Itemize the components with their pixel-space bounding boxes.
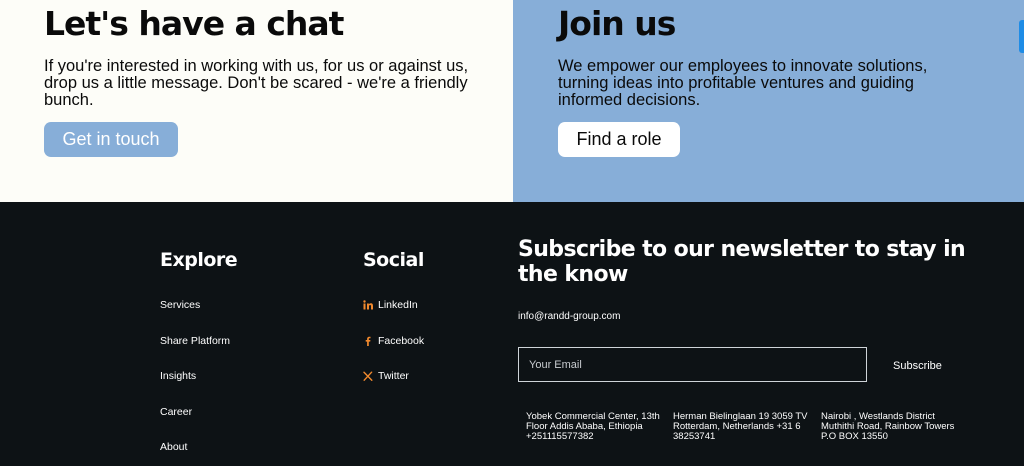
explore-heading: Explore [160, 249, 238, 271]
contact-email-link[interactable]: info@randd-group.com [518, 311, 620, 322]
newsletter-email-input[interactable] [518, 347, 867, 382]
cta-section: Let's have a chat If you're interested i… [0, 0, 1024, 202]
facebook-label: Facebook [378, 335, 425, 347]
footer-link-share-platform[interactable]: Share Platform [160, 335, 230, 347]
join-title: Join us [558, 4, 676, 43]
footer-link-career[interactable]: Career [160, 406, 192, 418]
find-a-role-button[interactable]: Find a role [558, 122, 680, 157]
newsletter-title: Subscribe to our newsletter to stay in t… [518, 237, 966, 287]
linkedin-icon [363, 300, 373, 310]
chat-panel: Let's have a chat If you're interested i… [0, 0, 513, 202]
address-nairobi: Nairobi , Westlands District Muthithi Ro… [821, 411, 955, 442]
social-heading: Social [363, 249, 424, 271]
facebook-icon [363, 336, 373, 346]
twitter-label: Twitter [378, 370, 409, 382]
social-link-twitter[interactable]: Twitter [363, 370, 409, 382]
join-description: We empower our employees to innovate sol… [558, 57, 928, 109]
footer-link-services[interactable]: Services [160, 299, 200, 311]
scroll-tab[interactable] [1019, 20, 1024, 53]
join-panel: Join us We empower our employees to inno… [513, 0, 1024, 202]
x-twitter-icon [363, 371, 373, 381]
site-footer: Explore Services Share Platform Insights… [0, 202, 1024, 466]
footer-link-about[interactable]: About [160, 441, 187, 453]
social-link-facebook[interactable]: Facebook [363, 335, 424, 347]
subscribe-button[interactable]: Subscribe [893, 360, 942, 372]
chat-description: If you're interested in working with us,… [44, 57, 469, 109]
address-addis-ababa: Yobek Commercial Center, 13th Floor Addi… [526, 411, 660, 442]
footer-link-insights[interactable]: Insights [160, 370, 196, 382]
linkedin-label: LinkedIn [378, 299, 418, 311]
get-in-touch-button[interactable]: Get in touch [44, 122, 178, 157]
social-link-linkedin[interactable]: LinkedIn [363, 299, 418, 311]
chat-title: Let's have a chat [44, 4, 344, 43]
address-rotterdam: Herman Bielinglaan 19 3059 TV Rotterdam,… [673, 411, 808, 442]
